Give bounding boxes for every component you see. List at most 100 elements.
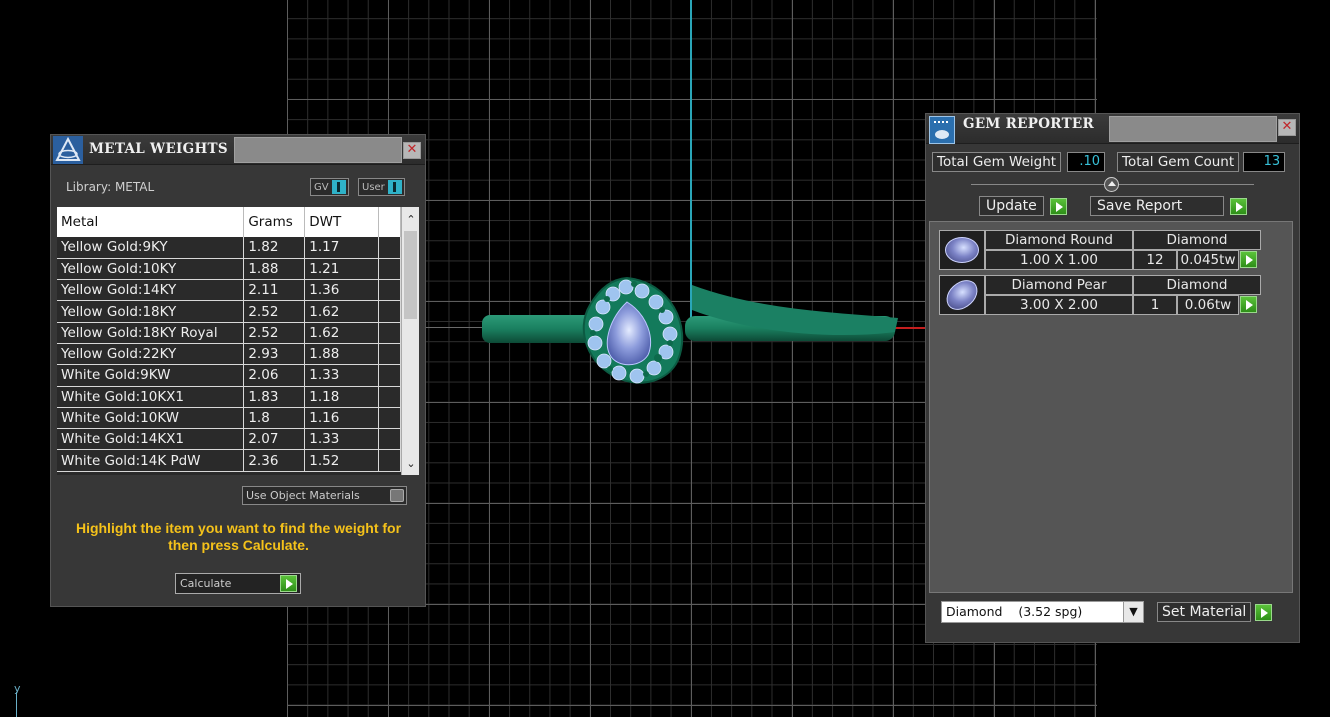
gem-select-go-icon[interactable] [1240,251,1257,268]
scroll-thumb[interactable] [404,231,417,319]
total-gem-count: Total Gem Count 13 [1117,152,1286,172]
spacer-cell [378,279,401,302]
table-row[interactable]: White Gold:14KX1 2.07 1.33 [57,428,401,451]
spacer-cell [378,449,401,472]
spacer-cell [378,258,401,281]
table-row[interactable]: White Gold:10KX1 1.83 1.18 [57,386,401,408]
metal-cell: Yellow Gold:10KY [57,258,245,281]
save-report-button[interactable]: Save Report [1090,196,1247,216]
gem-thumbnail [939,275,985,315]
calculate-button[interactable]: Calculate [175,573,301,594]
metal-table-container: Metal Grams DWT Yellow Gold:9KY 1.82 1.17 … [57,207,419,475]
grams-cell: 1.88 [243,258,306,281]
grams-cell: 1.82 [243,237,306,259]
grams-cell: 1.8 [243,407,306,430]
gv-toggle-switch-icon [331,180,346,194]
table-row[interactable]: Yellow Gold:9KY 1.82 1.17 [57,237,401,259]
metal-cell: Yellow Gold:18KY Royal [57,322,245,344]
scroll-up-icon[interactable]: ⌃ [402,211,419,229]
metal-cell: Yellow Gold:18KY [57,300,245,323]
calculate-go-icon[interactable] [280,575,297,592]
column-header-dwt[interactable]: DWT [304,207,380,237]
close-icon: ✕ [1281,119,1293,134]
table-row[interactable]: Yellow Gold:22KY 2.93 1.88 [57,343,401,366]
table-row[interactable]: White Gold:10KW 1.8 1.16 [57,407,401,430]
gem-reporter-title-bar[interactable]: GEM REPORTER ✕ [926,114,1299,144]
metal-cell: Yellow Gold:22KY [57,343,245,366]
metal-weights-title-bar[interactable]: METAL WEIGHTS ✕ [51,135,425,165]
update-go-icon[interactable] [1049,197,1067,215]
dwt-cell: 1.33 [304,364,380,387]
scroll-down-icon[interactable]: ⌄ [402,455,419,473]
user-toggle[interactable]: User [358,178,405,196]
total-gem-count-value: 13 [1243,152,1286,172]
spacer-cell [378,322,401,344]
grams-cell: 1.83 [243,386,306,408]
metal-table-scrollbar[interactable]: ⌃ ⌄ [401,207,419,475]
material-select-value: Diamond (3.52 spg) [946,604,1083,619]
grams-cell: 2.52 [243,322,306,344]
gem-material: Diamond [1133,230,1261,250]
use-object-materials-option[interactable]: Use Object Materials [242,486,407,505]
report-slider-handle[interactable] [1104,177,1119,192]
list-item[interactable]: Diamond Pear Diamond 3.00 X 2.00 1 0.06t… [939,275,1261,315]
user-toggle-label: User [362,181,385,193]
round-diamond-icon [945,237,979,263]
gem-list: Diamond Round Diamond 1.00 X 1.00 12 0.0… [929,221,1293,593]
dwt-cell: 1.17 [304,237,380,259]
grams-cell: 2.93 [243,343,306,366]
material-select[interactable]: Diamond (3.52 spg) ▼ [941,601,1144,623]
total-gem-weight: Total Gem Weight .10 [932,152,1106,172]
set-material-go-icon[interactable] [1255,603,1273,621]
spacer-cell [378,237,401,259]
table-row[interactable]: Yellow Gold:10KY 1.88 1.21 [57,258,401,281]
metal-cell: Yellow Gold:14KY [57,279,245,302]
gem-reporter-close-button[interactable]: ✕ [1278,119,1296,136]
metal-table: Metal Grams DWT Yellow Gold:9KY 1.82 1.17 … [57,207,401,472]
ring-model[interactable] [470,270,910,400]
use-object-materials-label: Use Object Materials [246,489,360,502]
gem-select-go-icon[interactable] [1240,296,1257,313]
metal-weights-panel: METAL WEIGHTS ✕ Library: METAL GV User M… [50,134,426,607]
spacer-cell [378,300,401,323]
table-row[interactable]: White Gold:9KW 2.06 1.33 [57,364,401,387]
dwt-cell: 1.16 [304,407,380,430]
grams-cell: 2.11 [243,279,306,302]
dwt-cell: 1.62 [304,300,380,323]
gem-reporter-panel: GEM REPORTER ✕ Total Gem Weight .10 Tota… [925,113,1300,643]
dwt-cell: 1.62 [304,322,380,344]
gem-size: 1.00 X 1.00 [985,250,1133,270]
gem-thumbnail [939,230,985,270]
table-row[interactable]: Yellow Gold:18KY 2.52 1.62 [57,300,401,323]
dwt-cell: 1.33 [304,428,380,451]
grams-cell: 2.07 [243,428,306,451]
save-report-go-icon[interactable] [1230,197,1247,215]
column-header-metal[interactable]: Metal [57,207,245,237]
chevron-down-icon[interactable]: ▼ [1123,602,1143,622]
calculate-label: Calculate [180,577,232,590]
table-row[interactable]: Yellow Gold:18KY Royal 2.52 1.62 [57,322,401,344]
use-object-materials-radio-icon[interactable] [390,489,404,502]
spacer-cell [378,343,401,366]
column-header-grams[interactable]: Grams [243,207,306,237]
set-material-button[interactable]: Set Material [1157,602,1273,622]
list-item[interactable]: Diamond Round Diamond 1.00 X 1.00 12 0.0… [939,230,1261,270]
metal-weights-title: METAL WEIGHTS [89,141,228,157]
spacer-cell [378,364,401,387]
dwt-cell: 1.21 [304,258,380,281]
gem-weight: 0.06tw [1177,295,1239,315]
gv-toggle[interactable]: GV [310,178,349,196]
table-row[interactable]: White Gold:14K PdW 2.36 1.52 [57,449,401,472]
update-button[interactable]: Update [979,196,1067,216]
axis-indicator-label: y [14,682,21,695]
gem-size: 3.00 X 2.00 [985,295,1133,315]
set-material-label: Set Material [1157,602,1252,622]
table-row[interactable]: Yellow Gold:14KY 2.11 1.36 [57,279,401,302]
gv-toggle-label: GV [314,181,329,193]
total-gem-weight-label: Total Gem Weight [932,152,1062,172]
axis-indicator-line [16,692,17,717]
metal-weights-close-button[interactable]: ✕ [403,142,421,159]
gem-weight: 0.045tw [1177,250,1239,270]
spacer-cell [378,407,401,430]
metal-cell: White Gold:9KW [57,364,245,387]
